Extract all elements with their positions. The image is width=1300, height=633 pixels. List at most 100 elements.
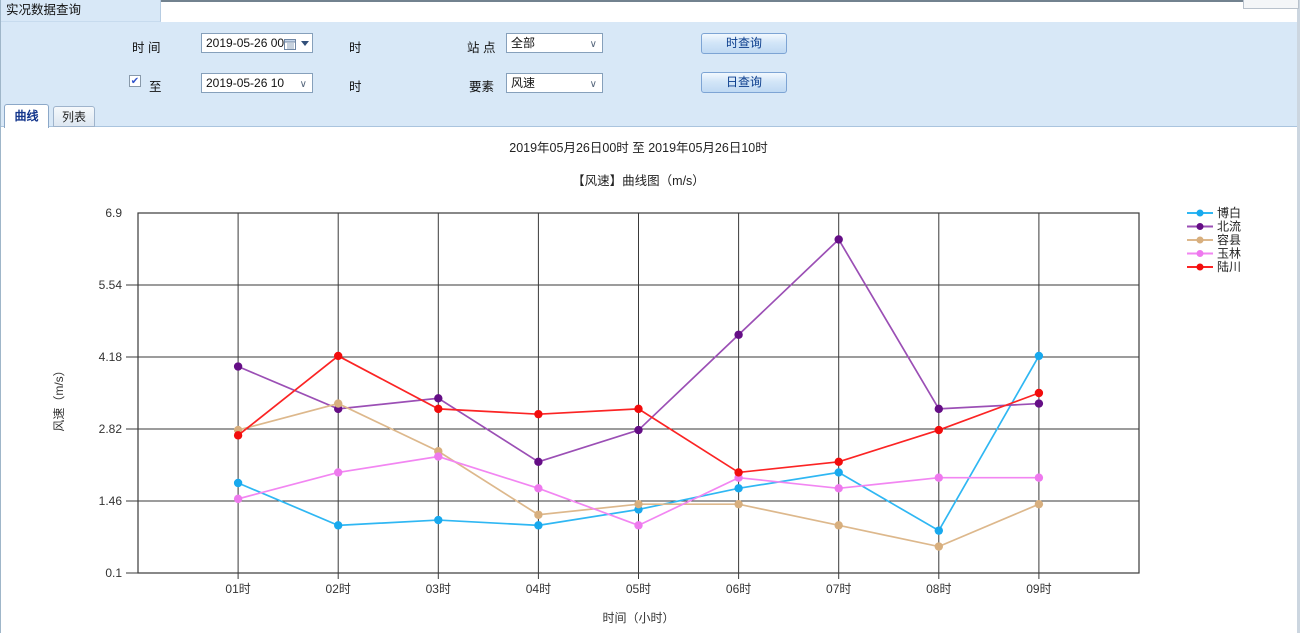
window-top-border [156, 0, 1297, 2]
legend-marker [1197, 237, 1204, 244]
series-marker [1035, 389, 1043, 397]
series-marker [434, 394, 442, 402]
time-label: 时 间 [132, 37, 160, 56]
series-marker [634, 405, 642, 413]
series-marker [534, 410, 542, 418]
chart-content-area: 2019年05月26日00时 至 2019年05月26日10时【风速】曲线图（m… [1, 127, 1297, 633]
series-marker [835, 521, 843, 529]
series-marker [734, 500, 742, 508]
legend-label: 玉林 [1217, 247, 1241, 261]
series-marker [935, 426, 943, 434]
legend-marker [1197, 250, 1204, 257]
x-axis-title: 时间（小时） [602, 611, 674, 625]
y-tick-label: 5.54 [99, 278, 123, 292]
element-label: 要素 [469, 76, 494, 95]
series-marker [534, 521, 542, 529]
series-marker [835, 458, 843, 466]
chevron-down-icon: ∨ [590, 76, 597, 94]
series-marker [935, 526, 943, 534]
series-marker [835, 235, 843, 243]
series-marker [234, 431, 242, 439]
series-marker [534, 458, 542, 466]
legend-label: 陆川 [1217, 259, 1241, 274]
series-marker [734, 484, 742, 492]
series-marker [1035, 474, 1043, 482]
series-marker [434, 516, 442, 524]
y-tick-label: 6.9 [105, 206, 122, 220]
start-time-value: 2019-05-26 00 [206, 36, 284, 50]
station-selected-value: 全部 [511, 36, 535, 50]
to-checkbox[interactable]: ✔ [129, 75, 141, 87]
series-marker [634, 500, 642, 508]
x-tick-label: 06时 [726, 582, 751, 596]
realtime-data-query-window: 实况数据查询 时 间 2019-05-26 00 时 站 点 全部 ∨ [0, 0, 1300, 633]
x-tick-label: 03时 [426, 582, 451, 596]
chevron-down-icon: ∨ [590, 36, 597, 54]
legend-label: 北流 [1217, 220, 1241, 234]
station-select[interactable]: 全部 ∨ [506, 33, 603, 53]
legend-marker [1197, 210, 1204, 217]
series-marker [935, 474, 943, 482]
series-marker [835, 468, 843, 476]
series-marker [734, 468, 742, 476]
legend-marker [1197, 264, 1204, 271]
series-marker [935, 542, 943, 550]
hour-unit-label-2: 时 [349, 76, 362, 95]
series-marker [1035, 352, 1043, 360]
start-time-input[interactable]: 2019-05-26 00 [201, 33, 313, 53]
series-marker [634, 521, 642, 529]
x-tick-label: 08时 [926, 582, 951, 596]
series-marker [634, 426, 642, 434]
end-time-value: 2019-05-26 10 [206, 76, 284, 90]
series-marker [434, 405, 442, 413]
chart-subtitle: 【风速】曲线图（m/s） [572, 174, 705, 188]
legend-label: 容县 [1217, 232, 1241, 247]
series-marker [534, 484, 542, 492]
series-marker [1035, 500, 1043, 508]
end-time-input[interactable]: 2019-05-26 10 ∨ [201, 73, 313, 93]
series-marker [835, 484, 843, 492]
tab-list[interactable]: 列表 [53, 106, 95, 127]
x-tick-label: 07时 [826, 582, 851, 596]
series-marker [935, 405, 943, 413]
legend-label: 博白 [1217, 205, 1241, 220]
tab-curve[interactable]: 曲线 [4, 104, 49, 128]
chart-title: 2019年05月26日00时 至 2019年05月26日10时 [509, 141, 768, 155]
y-axis-title: 风速（m/s） [52, 364, 66, 431]
series-marker [1035, 399, 1043, 407]
series-marker [734, 331, 742, 339]
y-tick-label: 1.46 [99, 494, 123, 508]
hour-unit-label-1: 时 [349, 37, 362, 56]
series-marker [234, 362, 242, 370]
station-label: 站 点 [467, 37, 495, 56]
series-marker [434, 452, 442, 460]
series-marker [334, 521, 342, 529]
x-tick-label: 02时 [326, 582, 351, 596]
window-title: 实况数据查询 [1, 0, 161, 22]
x-tick-label: 05时 [626, 582, 651, 596]
element-selected-value: 风速 [511, 76, 535, 90]
to-label: 至 [149, 76, 162, 95]
x-tick-label: 04时 [526, 582, 551, 596]
window-control-box [1243, 0, 1299, 9]
calendar-icon[interactable] [284, 37, 296, 55]
day-query-button[interactable]: 日查询 [701, 72, 787, 93]
series-marker [234, 495, 242, 503]
series-marker [534, 511, 542, 519]
series-marker [334, 352, 342, 360]
chevron-down-icon: ∨ [300, 76, 307, 94]
hour-query-button[interactable]: 时查询 [701, 33, 787, 54]
x-tick-label: 01时 [225, 582, 250, 596]
series-marker [234, 479, 242, 487]
date-dropdown-arrow-icon[interactable] [301, 41, 309, 46]
query-form-panel: 时 间 2019-05-26 00 时 站 点 全部 ∨ 时查询 ✔ 至 [1, 22, 1297, 127]
x-tick-label: 09时 [1026, 582, 1051, 596]
y-tick-label: 0.1 [105, 566, 122, 580]
series-marker [334, 399, 342, 407]
wind-speed-line-chart: 2019年05月26日00时 至 2019年05月26日10时【风速】曲线图（m… [1, 130, 1300, 633]
series-marker [334, 468, 342, 476]
legend-marker [1197, 223, 1204, 230]
y-tick-label: 2.82 [99, 422, 123, 436]
element-select[interactable]: 风速 ∨ [506, 73, 603, 93]
y-tick-label: 4.18 [99, 350, 123, 364]
